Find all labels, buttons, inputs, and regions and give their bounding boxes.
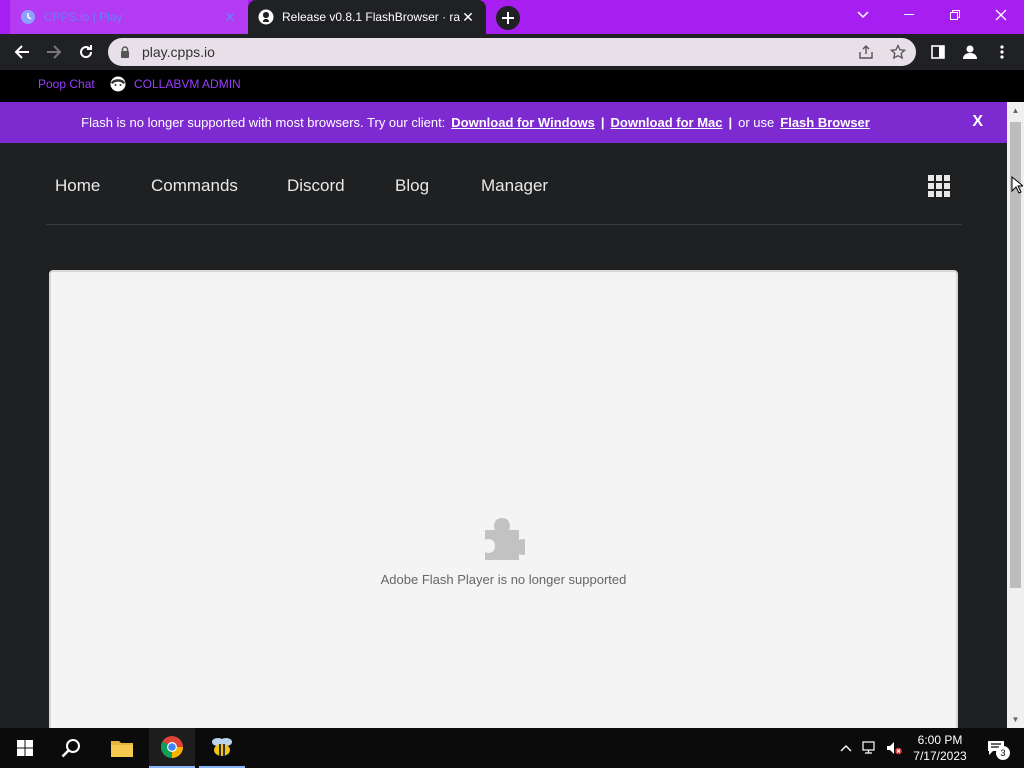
- scroll-down-arrow[interactable]: ▼: [1007, 711, 1024, 728]
- plugin-unsupported-message: Adobe Flash Player is no longer supporte…: [380, 572, 627, 587]
- reload-button[interactable]: [74, 40, 98, 64]
- profile-button[interactable]: [958, 40, 982, 64]
- network-icon: [862, 741, 875, 754]
- close-icon: [995, 9, 1007, 21]
- clock-favicon: [21, 10, 35, 24]
- url-text: play.cpps.io: [142, 44, 215, 60]
- nav-home[interactable]: Home: [55, 176, 100, 196]
- kebab-menu-icon: [1000, 45, 1004, 59]
- action-center-button[interactable]: 3: [984, 740, 1010, 760]
- bee-app-icon: [212, 738, 232, 756]
- tab-title: CPPS.io | Play: [44, 10, 123, 24]
- banner-or-use: or use: [738, 115, 775, 130]
- puzzle-piece-icon: [485, 518, 525, 560]
- restore-icon: [950, 10, 960, 20]
- profile-icon: [963, 45, 977, 59]
- nav-commands[interactable]: Commands: [151, 176, 238, 196]
- start-button[interactable]: [2, 728, 48, 768]
- banner-message: Flash is no longer supported with most b…: [81, 115, 446, 130]
- arrow-left-icon: [14, 45, 29, 59]
- tab-cpps-play[interactable]: CPPS.io | Play ✕: [10, 0, 248, 34]
- banner-close-button[interactable]: X: [972, 113, 983, 131]
- minimize-button[interactable]: [886, 0, 932, 30]
- restore-button[interactable]: [932, 0, 978, 30]
- forward-button[interactable]: [42, 40, 66, 64]
- page-scrollbar[interactable]: ▲ ▼: [1007, 102, 1024, 728]
- chevron-down-icon: [857, 11, 869, 19]
- chrome-icon: [161, 736, 183, 758]
- nav-blog[interactable]: Blog: [395, 176, 429, 196]
- nav-discord[interactable]: Discord: [287, 176, 345, 196]
- flash-game-container: Adobe Flash Player is no longer supporte…: [49, 270, 958, 728]
- tab-github-release[interactable]: Release v0.8.1 FlashBrowser · rad ✕: [248, 0, 486, 34]
- address-bar[interactable]: play.cpps.io: [108, 38, 916, 66]
- windows-logo-icon: [17, 740, 33, 756]
- mouse-cursor-icon: [1011, 176, 1023, 194]
- clock-date: 7/17/2023: [913, 749, 967, 763]
- close-tab-icon[interactable]: ✕: [460, 9, 476, 25]
- browser-toolbar: play.cpps.io: [0, 34, 1024, 70]
- apps-grid-icon[interactable]: [928, 175, 950, 197]
- show-hidden-icons-button[interactable]: [838, 740, 854, 756]
- download-windows-link[interactable]: Download for Windows: [451, 115, 595, 130]
- close-window-button[interactable]: [978, 0, 1024, 30]
- taskbar-chrome[interactable]: [149, 728, 195, 768]
- bookmark-poop-chat[interactable]: Poop Chat: [38, 76, 95, 92]
- clock-time: 6:00 PM: [917, 733, 963, 747]
- new-tab-button[interactable]: [496, 6, 520, 30]
- arrow-right-icon: [47, 45, 62, 59]
- lock-icon: [121, 46, 129, 58]
- folder-icon: [111, 741, 133, 757]
- menu-button[interactable]: [990, 40, 1014, 64]
- volume-button[interactable]: [886, 740, 902, 756]
- avatar-favicon: [110, 76, 126, 92]
- bookmark-collabvm-admin[interactable]: COLLABVM ADMIN: [110, 76, 241, 92]
- tab-search-button[interactable]: [840, 0, 886, 30]
- star-icon[interactable]: [890, 44, 906, 60]
- side-panel-icon: [931, 45, 945, 59]
- reload-icon: [80, 45, 93, 59]
- bookmark-label: Poop Chat: [38, 77, 95, 91]
- volume-muted-icon: [887, 742, 902, 755]
- back-button[interactable]: [10, 40, 34, 64]
- banner-separator: |: [728, 115, 733, 130]
- flash-notice-banner: Flash is no longer supported with most b…: [0, 102, 1007, 143]
- flash-browser-link[interactable]: Flash Browser: [780, 115, 870, 130]
- site-nav: Home Commands Discord Blog Manager: [46, 143, 962, 225]
- page-content: Flash is no longer supported with most b…: [0, 102, 1007, 728]
- taskbar-file-explorer[interactable]: [99, 728, 145, 768]
- scroll-up-arrow[interactable]: ▲: [1007, 102, 1024, 119]
- bookmark-label: COLLABVM ADMIN: [134, 77, 241, 91]
- minimize-icon: [904, 14, 914, 15]
- search-icon: [61, 739, 80, 758]
- tab-strip: CPPS.io | Play ✕ Release v0.8.1 FlashBro…: [0, 0, 1024, 34]
- side-panel-button[interactable]: [926, 40, 950, 64]
- tab-title: Release v0.8.1 FlashBrowser · rad: [282, 10, 460, 24]
- banner-separator: |: [600, 115, 605, 130]
- taskbar-flash-browser[interactable]: [199, 728, 245, 768]
- close-tab-icon[interactable]: ✕: [222, 9, 238, 25]
- bookmarks-bar: Poop Chat COLLABVM ADMIN: [0, 70, 1024, 98]
- share-icon[interactable]: [858, 44, 874, 60]
- nav-manager[interactable]: Manager: [481, 176, 548, 196]
- network-status-button[interactable]: [862, 740, 878, 756]
- download-mac-link[interactable]: Download for Mac: [611, 115, 723, 130]
- plus-icon: [502, 12, 514, 24]
- notification-count-badge: 3: [996, 746, 1010, 760]
- github-icon: [258, 9, 274, 25]
- taskbar-clock[interactable]: 6:00 PM 7/17/2023: [905, 732, 975, 764]
- chevron-up-icon: [840, 745, 852, 752]
- windows-taskbar: 6:00 PM 7/17/2023 3: [0, 728, 1024, 768]
- taskbar-search-button[interactable]: [48, 728, 94, 768]
